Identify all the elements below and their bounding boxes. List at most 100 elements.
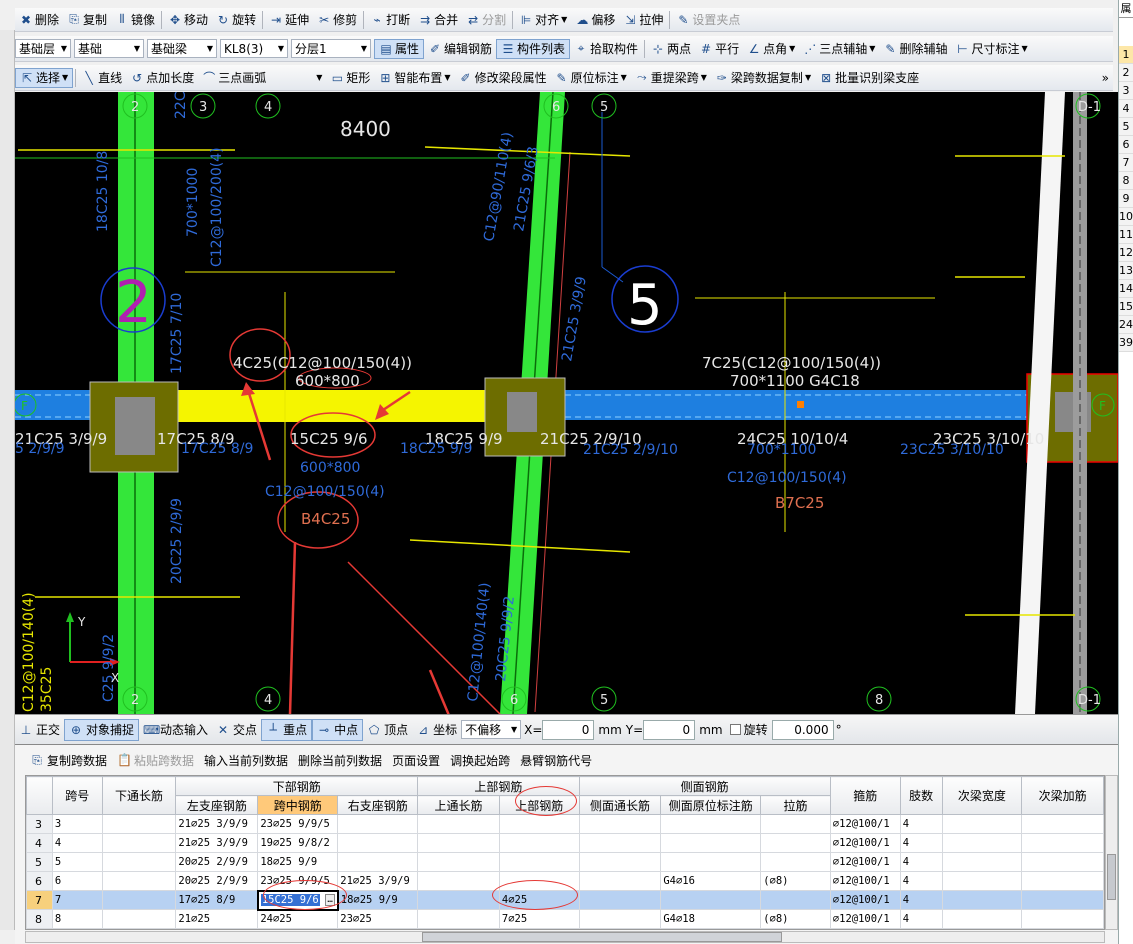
edit-rebar-button[interactable]: ✐ 编辑钢筋 bbox=[424, 39, 496, 59]
table-cell[interactable]: 4 bbox=[899, 909, 943, 929]
vertical-scrollbar[interactable] bbox=[1105, 775, 1118, 930]
batch-recognize-button[interactable]: ⊠ 批量识别梁支座 bbox=[815, 68, 923, 88]
paste-span-data-button[interactable]: 📋 粘贴跨数据 bbox=[112, 752, 199, 769]
ellipsis-button[interactable]: … bbox=[325, 894, 335, 906]
point-length-button[interactable]: ↺ 点加长度 bbox=[126, 68, 198, 88]
break-button[interactable]: ⌁ 打断 bbox=[366, 10, 414, 30]
arc-button[interactable]: ⌒ 三点画弧 ▼ bbox=[198, 68, 326, 88]
row-header[interactable]: 3 bbox=[26, 814, 53, 834]
table-cell[interactable] bbox=[101, 833, 177, 853]
extend-button[interactable]: ⇥ 延伸 bbox=[265, 10, 313, 30]
rotate-button[interactable]: ↻ 旋转 bbox=[212, 10, 260, 30]
table-row[interactable]: 8 8 21⌀25 24⌀25 23⌀25 7⌀25 G4⌀18 (⌀8) ⌀12@100/1 4 bbox=[26, 909, 1104, 929]
header-tie[interactable]: 拉筋 bbox=[760, 795, 831, 815]
table-cell[interactable] bbox=[941, 814, 1023, 834]
table-cell[interactable]: G4⌀16 bbox=[660, 871, 762, 891]
set-grip-button[interactable]: ✎ 设置夹点 bbox=[672, 10, 744, 30]
beam-selected-yellow[interactable] bbox=[133, 390, 535, 422]
offset-button[interactable]: ☁ 偏移 bbox=[571, 10, 619, 30]
right-panel-row[interactable]: 5 bbox=[1119, 118, 1133, 136]
table-cell[interactable] bbox=[660, 814, 762, 834]
align-button[interactable]: ⊫ 对齐 ▼ bbox=[515, 10, 571, 30]
properties-button[interactable]: ▤ 属性 bbox=[374, 38, 425, 59]
line-button[interactable]: ╲ 直线 bbox=[78, 68, 126, 88]
header-side-through[interactable]: 侧面通长筋 bbox=[578, 795, 662, 815]
vertex-snap[interactable]: ⬠ 顶点 bbox=[363, 719, 412, 741]
page-setup-button[interactable]: 页面设置 bbox=[387, 752, 445, 769]
row-header[interactable]: 8 bbox=[26, 909, 53, 929]
table-cell[interactable] bbox=[941, 852, 1023, 872]
editing-cell-value[interactable]: 15C25 9/6 bbox=[260, 894, 320, 906]
table-cell[interactable]: 4 bbox=[899, 871, 943, 891]
table-cell[interactable] bbox=[498, 871, 580, 891]
offset-select[interactable]: 不偏移 ▼ bbox=[461, 720, 522, 739]
header-secondary-add[interactable]: 次梁加筋 bbox=[1021, 776, 1104, 815]
table-cell[interactable]: 21⌀25 3/9/9 bbox=[175, 814, 259, 834]
table-row[interactable]: 3 3 21⌀25 3/9/9 23⌀25 9/9/5 ⌀12@100/1 4 bbox=[26, 814, 1104, 834]
table-cell[interactable]: 20⌀25 2/9/9 bbox=[175, 852, 259, 872]
header-secondary-width[interactable]: 次梁宽度 bbox=[941, 776, 1023, 815]
rotate-input[interactable]: 0.000 bbox=[771, 719, 834, 740]
right-panel-row[interactable]: 1 bbox=[1119, 46, 1133, 64]
smart-layout-button[interactable]: ⊞ 智能布置 ▼ bbox=[374, 68, 454, 88]
dynamic-input-toggle[interactable]: ⌨ 动态输入 bbox=[139, 719, 212, 741]
trim-button[interactable]: ✂ 修剪 bbox=[313, 10, 361, 30]
layer-select[interactable]: 分层1 ▼ bbox=[291, 39, 371, 58]
table-cell[interactable] bbox=[337, 852, 419, 872]
table-cell[interactable]: 5 bbox=[51, 852, 103, 872]
right-panel-row[interactable]: 11 bbox=[1119, 226, 1133, 244]
beam-midpoint-grip[interactable] bbox=[797, 401, 804, 408]
parallel-button[interactable]: # 平行 bbox=[695, 39, 743, 59]
table-cell[interactable] bbox=[578, 814, 662, 834]
table-cell[interactable]: 21⌀25 3/9/9 bbox=[337, 871, 419, 891]
table-cell[interactable]: ⌀12@100/1 bbox=[829, 852, 901, 872]
table-cell[interactable]: 23⌀25 bbox=[337, 909, 419, 929]
table-cell[interactable] bbox=[941, 890, 1023, 910]
row-header[interactable]: 6 bbox=[26, 871, 53, 891]
category-select[interactable]: 基础 ▼ bbox=[74, 39, 144, 58]
right-panel-row[interactable]: 24 bbox=[1119, 316, 1133, 334]
table-cell[interactable]: 7 bbox=[51, 890, 103, 910]
table-cell[interactable]: G4⌀18 bbox=[660, 909, 762, 929]
span-copy-button[interactable]: ✑ 梁跨数据复制 ▼ bbox=[711, 68, 815, 88]
scroll-thumb[interactable] bbox=[1107, 854, 1116, 900]
table-cell[interactable] bbox=[1021, 890, 1104, 910]
type-select[interactable]: 基础梁 ▼ bbox=[147, 39, 217, 58]
x-input[interactable]: 0 bbox=[542, 719, 595, 740]
table-cell[interactable]: 21⌀25 3/9/9 bbox=[175, 833, 259, 853]
table-cell[interactable]: 4 bbox=[899, 833, 943, 853]
table-cell[interactable] bbox=[660, 890, 762, 910]
input-column-button[interactable]: 输入当前列数据 bbox=[199, 752, 293, 769]
delete-axis-button[interactable]: ✎ 删除辅轴 bbox=[879, 39, 951, 59]
header-top-through[interactable]: 上通长筋 bbox=[417, 795, 500, 815]
right-panel-row[interactable]: 9 bbox=[1119, 190, 1133, 208]
point-angle-button[interactable]: ∠ 点角 ▼ bbox=[743, 39, 799, 59]
table-cell[interactable] bbox=[101, 871, 177, 891]
header-top-rebar[interactable]: 上部钢筋 bbox=[498, 795, 580, 815]
right-panel-row[interactable]: 6 bbox=[1119, 136, 1133, 154]
right-panel-row[interactable]: 12 bbox=[1119, 244, 1133, 262]
table-cell[interactable]: 18⌀25 9/9 bbox=[257, 852, 339, 872]
right-panel-row[interactable]: 7 bbox=[1119, 154, 1133, 172]
right-panel-row[interactable]: 3 bbox=[1119, 82, 1133, 100]
table-cell[interactable]: 18⌀25 9/9 bbox=[337, 890, 419, 910]
table-cell[interactable] bbox=[578, 871, 662, 891]
table-cell[interactable] bbox=[660, 852, 762, 872]
delete-column-button[interactable]: 删除当前列数据 bbox=[293, 752, 387, 769]
re-span-button[interactable]: ⤳ 重提梁跨 ▼ bbox=[631, 68, 711, 88]
right-panel-row[interactable]: 39 bbox=[1119, 334, 1133, 352]
cantilever-code-button[interactable]: 悬臂钢筋代号 bbox=[515, 752, 597, 769]
table-cell[interactable]: 4 bbox=[899, 890, 943, 910]
horizontal-scrollbar[interactable] bbox=[25, 931, 1105, 943]
copy-button[interactable]: ⎘ 复制 bbox=[63, 10, 111, 30]
rotate-checkbox[interactable] bbox=[729, 724, 741, 735]
table-cell[interactable]: 4⌀25 bbox=[498, 890, 580, 910]
header-left-support[interactable]: 左支座钢筋 bbox=[175, 795, 259, 815]
table-cell[interactable] bbox=[660, 833, 762, 853]
table-cell[interactable] bbox=[1021, 871, 1104, 891]
editing-cell[interactable]: 15C25 9/6 … bbox=[256, 889, 339, 911]
right-panel-row[interactable]: 13 bbox=[1119, 262, 1133, 280]
table-cell[interactable] bbox=[417, 890, 500, 910]
table-cell[interactable] bbox=[1021, 909, 1104, 929]
right-panel-row[interactable]: 10 bbox=[1119, 208, 1133, 226]
